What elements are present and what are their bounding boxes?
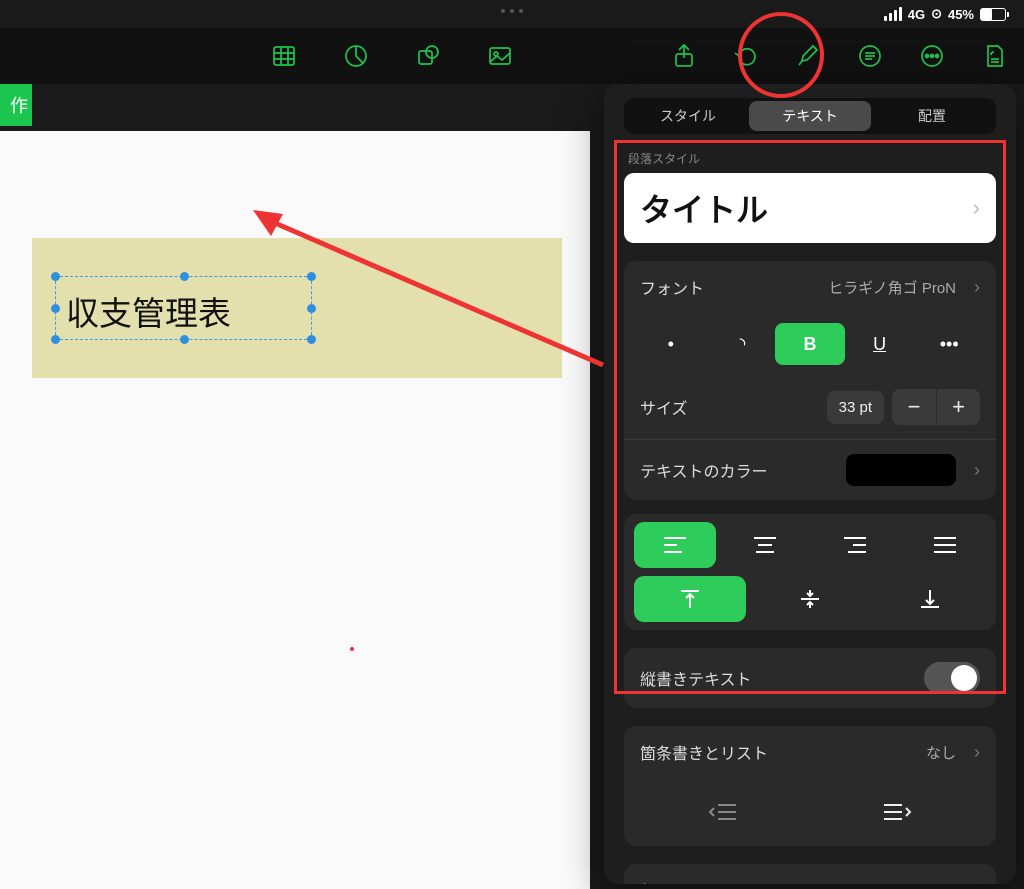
chevron-right-icon: › bbox=[974, 277, 980, 298]
sheet-tab-label: 作 bbox=[10, 92, 28, 118]
battery-percentage: 45% bbox=[948, 7, 974, 22]
tab-style[interactable]: スタイル bbox=[627, 101, 749, 131]
text-color-row[interactable]: テキストのカラー › bbox=[624, 439, 996, 500]
indent-button[interactable] bbox=[810, 792, 984, 832]
sheet-tab[interactable]: 作 bbox=[0, 84, 32, 126]
align-right-button[interactable] bbox=[814, 522, 896, 568]
chevron-right-icon: › bbox=[974, 880, 980, 885]
chart-icon[interactable] bbox=[342, 42, 370, 70]
font-weight-light[interactable]: • bbox=[636, 323, 706, 365]
font-row[interactable]: フォント ヒラギノ角ゴ ProN › bbox=[624, 261, 996, 313]
table-icon[interactable] bbox=[270, 42, 298, 70]
media-icon[interactable] bbox=[486, 42, 514, 70]
chevron-right-icon: › bbox=[974, 742, 980, 763]
format-panel: スタイル テキスト 配置 段落スタイル タイトル › フォント ヒラギノ角ゴ P… bbox=[604, 84, 1016, 884]
chevron-right-icon: › bbox=[974, 460, 980, 481]
selected-text-box[interactable]: 収支管理表 bbox=[55, 276, 312, 340]
align-left-button[interactable] bbox=[634, 522, 716, 568]
shape-icon[interactable] bbox=[414, 42, 442, 70]
outdent-button[interactable] bbox=[636, 792, 810, 832]
align-justify-button[interactable] bbox=[904, 522, 986, 568]
format-brush-icon[interactable] bbox=[794, 42, 822, 70]
more-styles-button[interactable]: ••• bbox=[914, 323, 984, 365]
color-swatch bbox=[846, 454, 956, 486]
format-tab-segmented: スタイル テキスト 配置 bbox=[624, 98, 996, 134]
document-icon[interactable] bbox=[980, 42, 1008, 70]
bold-button[interactable]: B bbox=[775, 323, 845, 365]
valign-top-button[interactable] bbox=[634, 576, 746, 622]
size-value[interactable]: 33 pt bbox=[827, 391, 884, 424]
size-label: サイズ bbox=[640, 395, 688, 419]
size-row: サイズ 33 pt − + bbox=[624, 375, 996, 439]
font-label: フォント bbox=[640, 275, 704, 299]
window-drag-indicator bbox=[501, 9, 523, 13]
indent-row bbox=[624, 778, 996, 846]
chevron-right-icon: › bbox=[973, 195, 980, 221]
bullets-label: 箇条書きとリスト bbox=[640, 740, 768, 764]
size-increase-button[interactable]: + bbox=[936, 389, 980, 425]
undo-icon[interactable] bbox=[732, 42, 760, 70]
bullets-row[interactable]: 箇条書きとリスト なし › bbox=[624, 726, 996, 778]
main-toolbar bbox=[0, 28, 1024, 84]
size-decrease-button[interactable]: − bbox=[892, 389, 936, 425]
spreadsheet-canvas[interactable]: 収支管理表 bbox=[0, 131, 590, 889]
line-spacing-label: 行間隔 bbox=[640, 878, 688, 884]
alignment-group bbox=[624, 514, 996, 630]
network-label: 4G bbox=[908, 7, 925, 22]
more-icon[interactable] bbox=[918, 42, 946, 70]
underline-button[interactable]: U bbox=[845, 323, 915, 365]
tab-text[interactable]: テキスト bbox=[749, 101, 871, 131]
vertical-text-row: 縦書きテキスト bbox=[624, 648, 996, 708]
valign-bottom-button[interactable] bbox=[874, 576, 986, 622]
paragraph-style-label: 段落スタイル bbox=[628, 150, 1016, 167]
size-stepper: − + bbox=[892, 389, 980, 425]
vertical-text-label: 縦書きテキスト bbox=[640, 666, 752, 690]
status-bar: 4G ⊙ 45% bbox=[884, 0, 1006, 28]
tab-arrange[interactable]: 配置 bbox=[871, 101, 993, 131]
font-value: ヒラギノ角ゴ ProN bbox=[828, 277, 956, 298]
bullets-value: なし bbox=[926, 742, 956, 763]
line-spacing-row[interactable]: 行間隔 1.00 › bbox=[624, 864, 996, 884]
signal-icon bbox=[884, 7, 902, 21]
font-style-row: • ◝ B U ••• bbox=[624, 313, 996, 375]
paragraph-style-selector[interactable]: タイトル › bbox=[624, 173, 996, 243]
title-text: 収支管理表 bbox=[56, 277, 311, 335]
valign-middle-button[interactable] bbox=[754, 576, 866, 622]
paragraph-style-value: タイトル bbox=[640, 185, 768, 231]
annotation-dot bbox=[350, 647, 354, 651]
italic-button[interactable]: ◝ bbox=[706, 323, 776, 365]
battery-icon bbox=[980, 8, 1006, 21]
share-icon[interactable] bbox=[670, 42, 698, 70]
align-center-button[interactable] bbox=[724, 522, 806, 568]
text-color-label: テキストのカラー bbox=[640, 458, 768, 482]
line-spacing-value: 1.00 bbox=[927, 882, 956, 885]
rotation-lock-icon: ⊙ bbox=[931, 6, 942, 22]
comment-icon[interactable] bbox=[856, 42, 884, 70]
vertical-text-toggle[interactable] bbox=[924, 662, 980, 694]
